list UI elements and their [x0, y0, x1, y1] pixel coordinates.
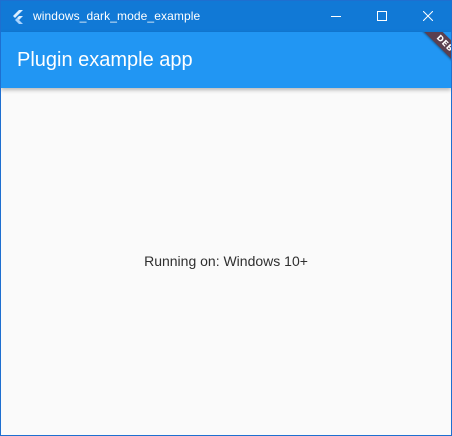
maximize-icon [377, 8, 387, 26]
minimize-icon [331, 8, 341, 26]
window-controls [313, 1, 451, 32]
close-button[interactable] [405, 1, 451, 32]
app-bar: Plugin example app [1, 32, 451, 88]
window-title: windows_dark_mode_example [33, 9, 201, 23]
title-bar[interactable]: windows_dark_mode_example [1, 1, 451, 32]
app-bar-title: Plugin example app [17, 49, 193, 71]
platform-status-text: Running on: Windows 10+ [144, 253, 308, 269]
app-window: windows_dark_mode_example Plugin example… [0, 0, 452, 436]
maximize-button[interactable] [359, 1, 405, 32]
flutter-logo-icon [2, 1, 33, 32]
minimize-button[interactable] [313, 1, 359, 32]
close-icon [422, 8, 434, 26]
page-body: Running on: Windows 10+ [1, 88, 451, 435]
